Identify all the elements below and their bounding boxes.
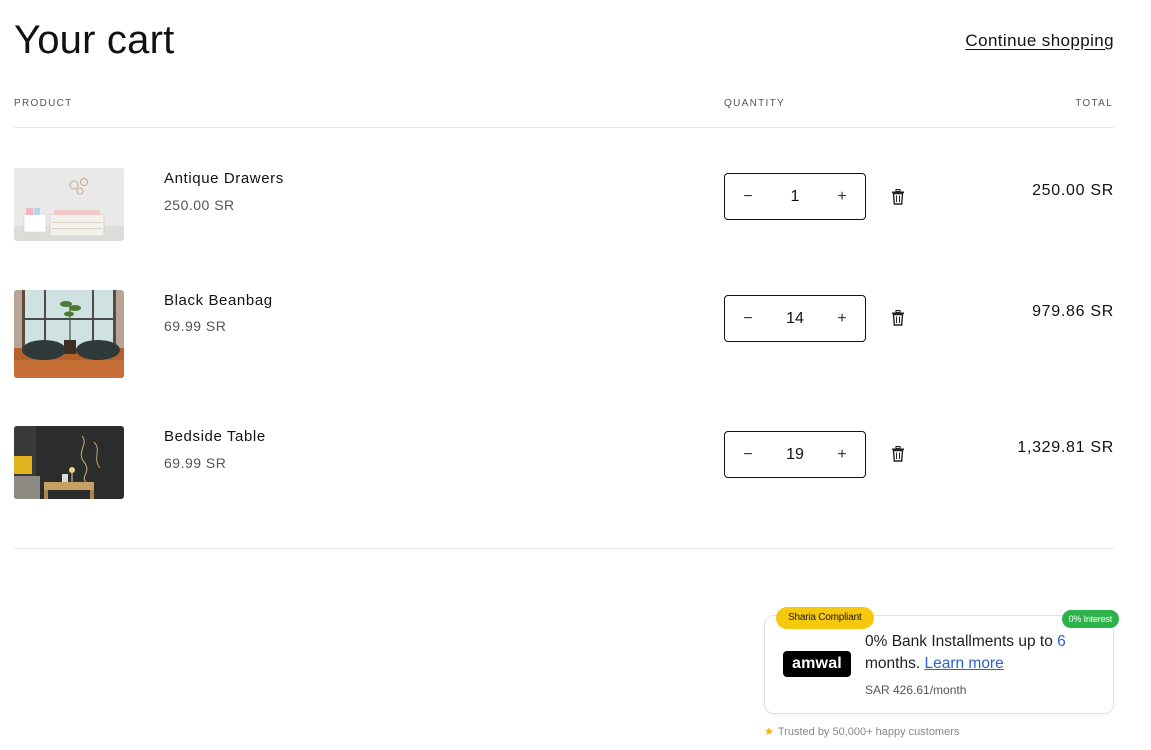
product-image-antique-drawers[interactable] <box>14 168 124 241</box>
quantity-stepper: − + <box>724 173 866 220</box>
increase-quantity-button[interactable]: + <box>819 174 865 219</box>
headline-prefix: 0% Bank Installments up to <box>865 633 1058 650</box>
quantity-input[interactable] <box>771 187 819 206</box>
line-item-total: 979.86 SR <box>1032 303 1114 320</box>
increase-quantity-button[interactable]: + <box>819 296 865 341</box>
installments-headline: 0% Bank Installments up to 6 months. Lea… <box>865 631 1095 675</box>
page-title: Your cart <box>14 18 175 62</box>
trusted-text: Trusted by 50,000+ happy customers <box>777 726 960 738</box>
decrease-quantity-button[interactable]: − <box>725 432 771 477</box>
zero-interest-badge: 0% Interest <box>1061 610 1119 628</box>
sharia-compliant-badge: Sharia Compliant <box>776 607 874 629</box>
headline-suffix: months. <box>865 655 921 672</box>
column-header-total: TOTAL <box>1075 98 1113 109</box>
cart-footer-divider <box>14 548 1114 549</box>
product-unit-price: 250.00 SR <box>164 197 235 213</box>
increase-quantity-button[interactable]: + <box>819 432 865 477</box>
product-image-black-beanbag[interactable] <box>14 290 124 378</box>
header-divider <box>14 127 1114 128</box>
line-item-total: 250.00 SR <box>1032 182 1114 199</box>
product-unit-price: 69.99 SR <box>164 318 227 334</box>
quantity-input[interactable] <box>771 309 819 328</box>
quantity-input[interactable] <box>771 445 819 464</box>
trash-icon[interactable] <box>891 188 905 205</box>
product-name[interactable]: Bedside Table <box>164 428 266 445</box>
product-name[interactable]: Black Beanbag <box>164 292 273 309</box>
decrease-quantity-button[interactable]: − <box>725 296 771 341</box>
line-item-total: 1,329.81 SR <box>1017 439 1114 456</box>
product-unit-price: 69.99 SR <box>164 455 227 471</box>
quantity-stepper: − + <box>724 431 866 478</box>
trusted-note: ★ Trusted by 50,000+ happy customers <box>764 725 959 738</box>
trash-icon[interactable] <box>891 309 905 326</box>
column-header-quantity: QUANTITY <box>724 98 785 109</box>
quantity-stepper: − + <box>724 295 866 342</box>
monthly-installment: SAR 426.61/month <box>865 683 967 697</box>
amwal-logo: amwal <box>783 651 851 677</box>
learn-more-link[interactable]: Learn more <box>924 655 1003 672</box>
trash-icon[interactable] <box>891 445 905 462</box>
decrease-quantity-button[interactable]: − <box>725 174 771 219</box>
continue-shopping-link[interactable]: Continue shopping <box>965 31 1114 51</box>
product-name[interactable]: Antique Drawers <box>164 170 284 187</box>
column-header-product: PRODUCT <box>14 98 73 109</box>
product-image-bedside-table[interactable] <box>14 426 124 499</box>
installment-months: 6 <box>1057 633 1066 650</box>
star-icon: ★ <box>764 726 774 738</box>
